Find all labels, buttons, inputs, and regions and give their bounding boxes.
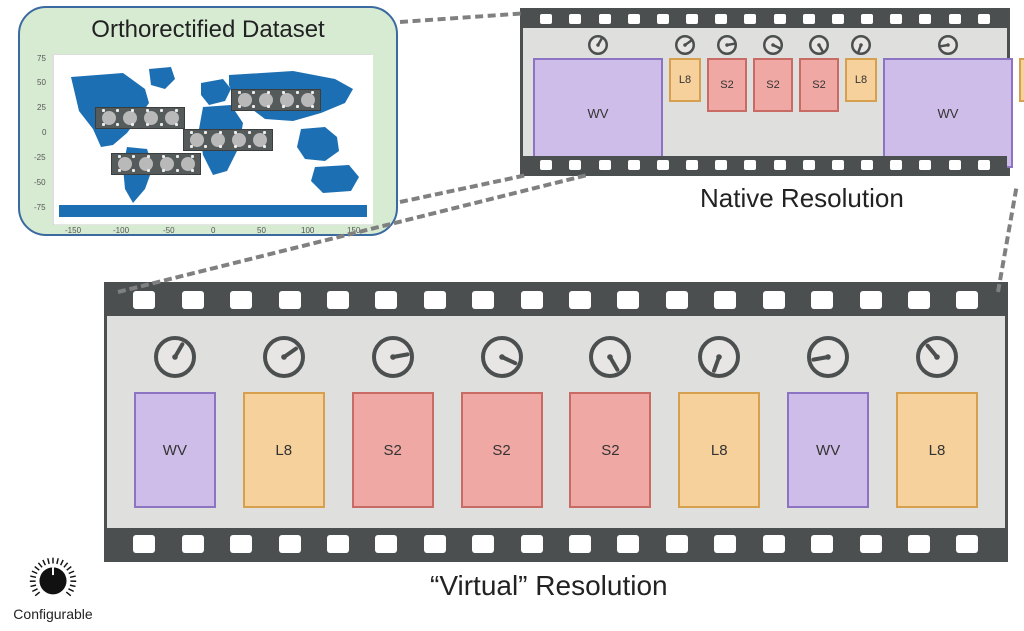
virtual-resolution-label: “Virtual” Resolution — [430, 570, 668, 602]
sensor-tile-l8: L8 — [669, 58, 701, 102]
sensor-tile-l8: L8 — [896, 392, 978, 508]
y-tick: 50 — [37, 78, 46, 87]
map-film-strip — [183, 129, 273, 151]
y-tick: 0 — [42, 128, 46, 137]
x-tick: 0 — [211, 226, 215, 235]
clock-icon — [938, 35, 958, 55]
connector-line — [400, 174, 525, 204]
configurable-label: Configurable — [8, 606, 98, 622]
clock-icon — [916, 336, 958, 378]
sensor-tile-s2: S2 — [461, 392, 543, 508]
native-frame: WV — [883, 35, 1013, 168]
map-film-strip — [95, 107, 185, 129]
y-tick: -25 — [34, 153, 46, 162]
sensor-tile-wv: WV — [134, 392, 216, 508]
sensor-tile-wv: WV — [533, 58, 663, 168]
x-tick: -50 — [163, 226, 175, 235]
x-tick: 50 — [257, 226, 266, 235]
native-frame: L8 — [1019, 35, 1024, 102]
native-frame: S2 — [799, 35, 839, 112]
sensor-tile-s2: S2 — [569, 392, 651, 508]
native-frame: L8 — [845, 35, 877, 102]
virtual-frame: WV — [134, 336, 216, 508]
clock-icon — [675, 35, 695, 55]
sensor-tile-l8: L8 — [678, 392, 760, 508]
clock-icon — [807, 336, 849, 378]
sensor-tile-s2: S2 — [799, 58, 839, 112]
clock-icon — [589, 336, 631, 378]
sensor-tile-l8: L8 — [1019, 58, 1024, 102]
clock-icon — [851, 35, 871, 55]
y-tick: 25 — [37, 103, 46, 112]
native-resolution-label: Native Resolution — [700, 183, 904, 214]
clock-icon — [809, 35, 829, 55]
virtual-frame: S2 — [569, 336, 651, 508]
configurable-knob: Configurable — [8, 548, 98, 622]
clock-icon — [763, 35, 783, 55]
y-tick: -50 — [34, 178, 46, 187]
sensor-tile-s2: S2 — [352, 392, 434, 508]
virtual-frame: L8 — [678, 336, 760, 508]
native-frame: WV — [533, 35, 663, 168]
y-tick: -75 — [34, 203, 46, 212]
connector-line — [400, 12, 521, 24]
native-resolution-filmstrip: WV L8 S2 S2 S2 L8 WV L8 — [520, 8, 1010, 176]
connector-line — [996, 188, 1018, 292]
virtual-frame: S2 — [461, 336, 543, 508]
x-tick: 100 — [301, 226, 314, 235]
sensor-tile-s2: S2 — [707, 58, 747, 112]
orthorectified-dataset-panel: Orthorectified Dataset — [18, 6, 398, 236]
orthorectified-title: Orthorectified Dataset — [38, 16, 378, 44]
clock-icon — [717, 35, 737, 55]
x-tick: -100 — [113, 226, 129, 235]
world-map-plot: 75 50 25 0 -25 -50 -75 -150 -100 -50 0 5… — [52, 54, 372, 224]
clock-icon — [588, 35, 608, 55]
sensor-tile-l8: L8 — [243, 392, 325, 508]
virtual-frame: L8 — [896, 336, 978, 508]
clock-icon — [372, 336, 414, 378]
virtual-resolution-filmstrip: WV L8 S2 S2 S2 L8 WV L8 — [104, 282, 1008, 562]
map-film-strip — [231, 89, 321, 111]
virtual-frame: WV — [787, 336, 869, 508]
virtual-frame: L8 — [243, 336, 325, 508]
clock-icon — [263, 336, 305, 378]
clock-icon — [154, 336, 196, 378]
sensor-tile-wv: WV — [883, 58, 1013, 168]
clock-icon — [481, 336, 523, 378]
sensor-tile-l8: L8 — [845, 58, 877, 102]
sensor-tile-wv: WV — [787, 392, 869, 508]
sensor-tile-s2: S2 — [753, 58, 793, 112]
knob-icon — [24, 548, 82, 606]
map-film-strip — [111, 153, 201, 175]
native-frame: S2 — [753, 35, 793, 112]
y-tick: 75 — [37, 54, 46, 63]
clock-icon — [698, 336, 740, 378]
native-frame: S2 — [707, 35, 747, 112]
virtual-frame: S2 — [352, 336, 434, 508]
x-tick: -150 — [65, 226, 81, 235]
native-frame: L8 — [669, 35, 701, 102]
